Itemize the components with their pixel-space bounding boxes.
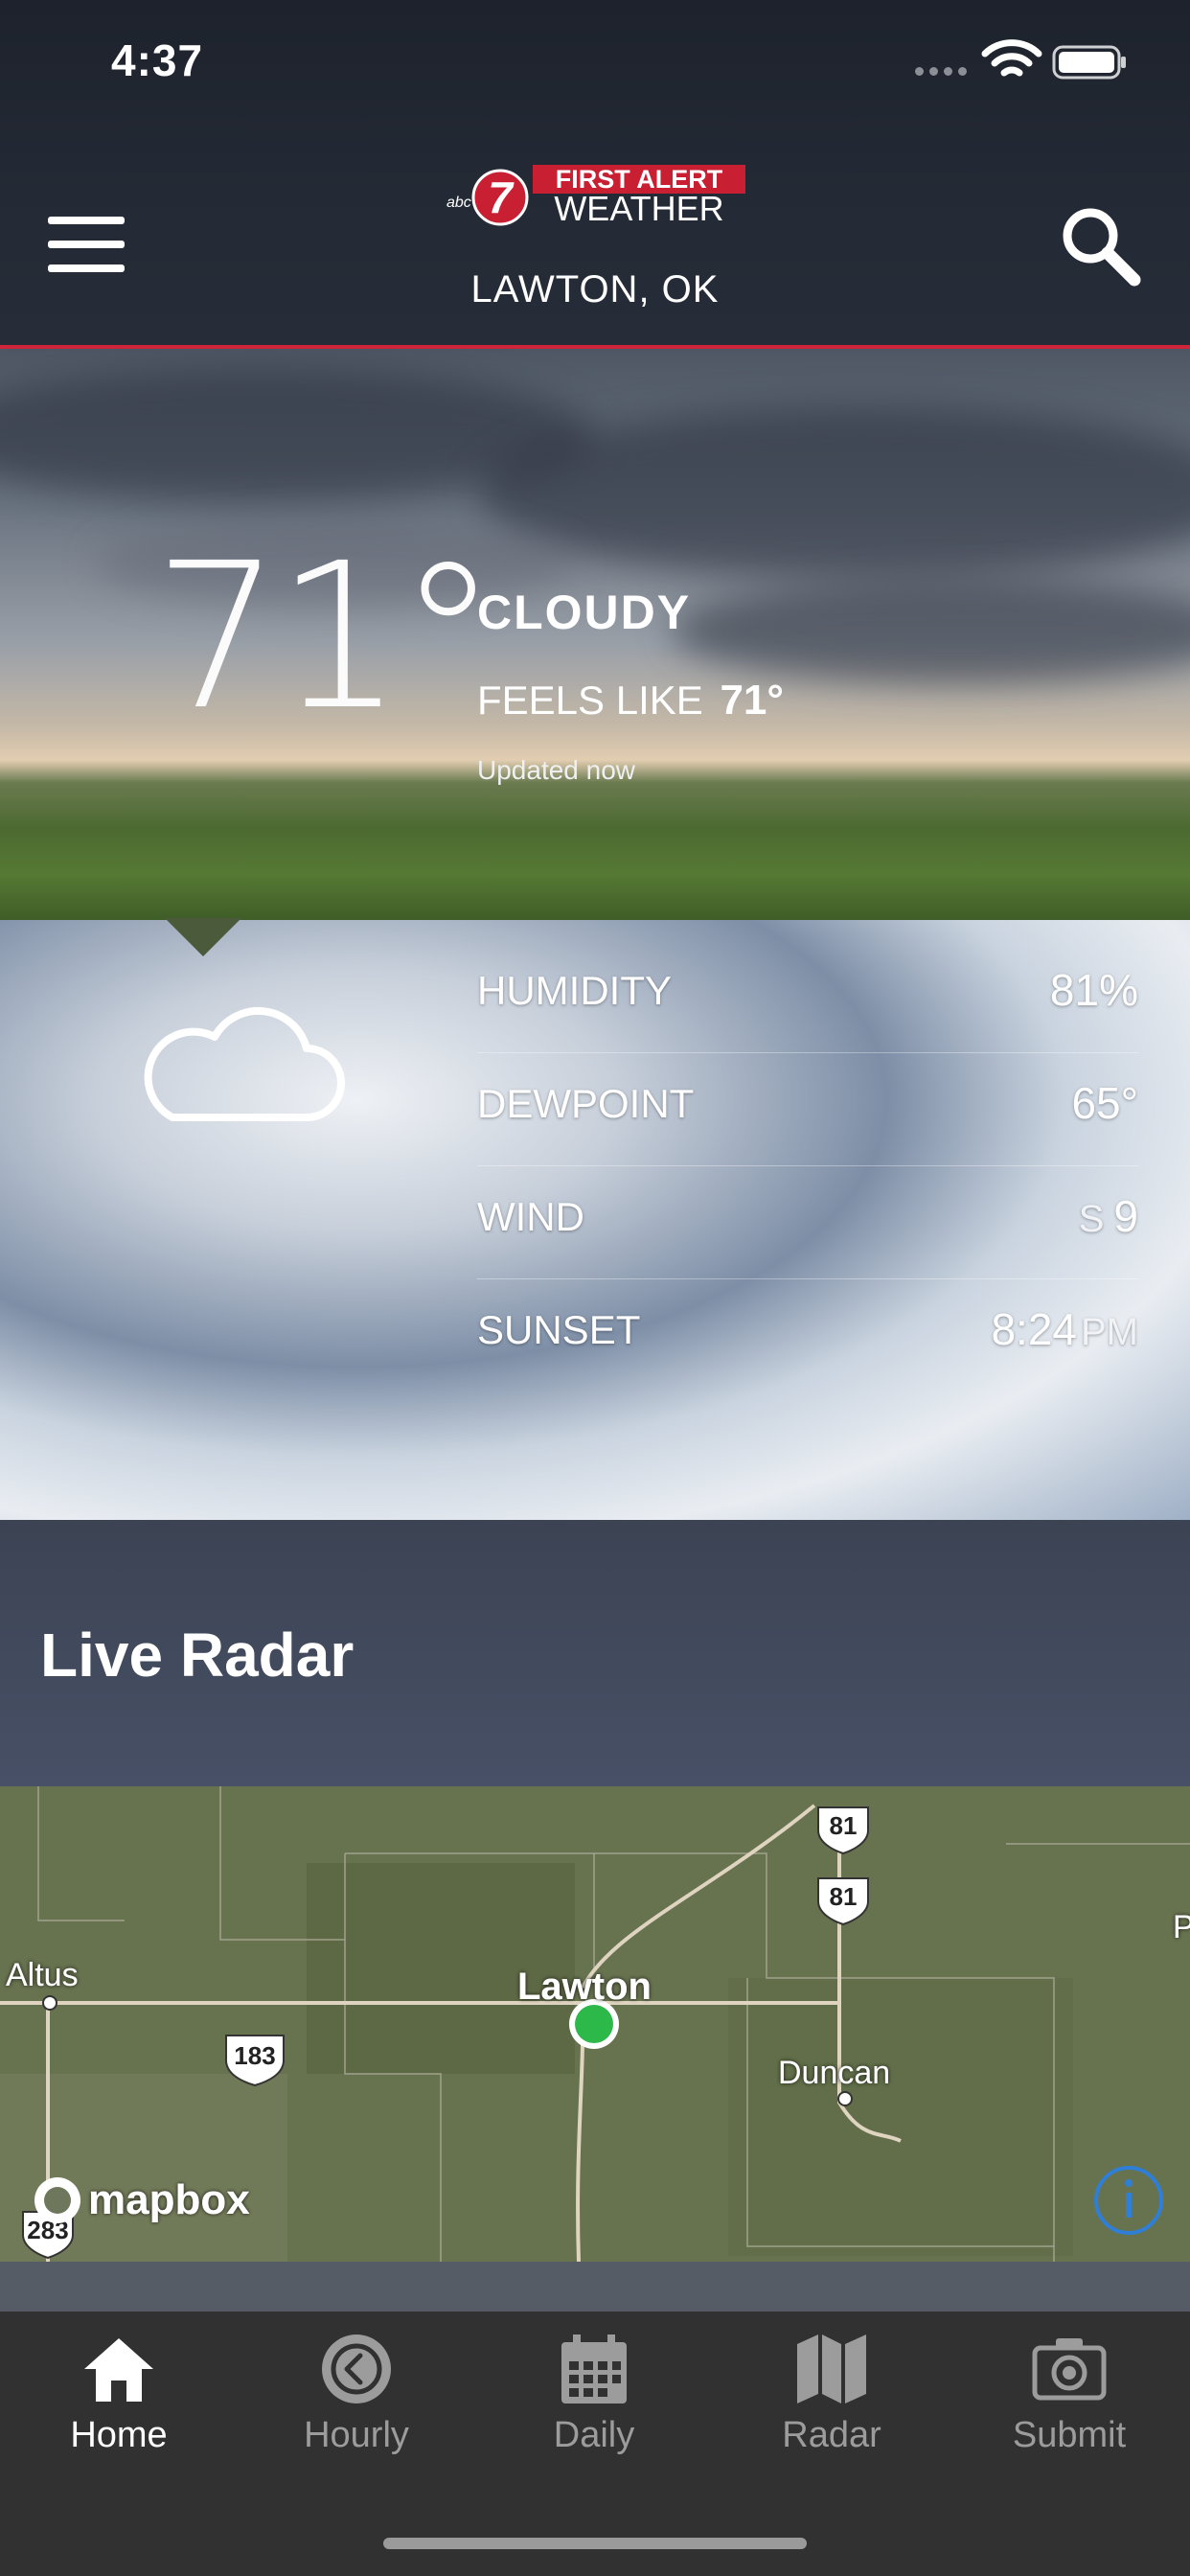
shield-us183: 183: [234, 2041, 275, 2070]
svg-text:mapbox: mapbox: [88, 2176, 250, 2223]
tab-label: Submit: [1012, 2415, 1127, 2455]
detail-label: DEWPOINT: [477, 1081, 695, 1126]
map-icon: [797, 2334, 866, 2404]
detail-row-sunset: SUNSET 8:24 PM: [477, 1278, 1138, 1392]
feels-like: FEELS LIKE 71°: [477, 677, 784, 724]
tab-hourly[interactable]: Hourly: [238, 2319, 475, 2463]
section-gap: [0, 2262, 1190, 2312]
map-label-duncan: Duncan: [778, 2055, 890, 2091]
home-icon: [84, 2338, 153, 2402]
detail-value: S9: [1078, 1191, 1138, 1241]
detail-label: SUNSET: [477, 1307, 641, 1352]
tab-radar[interactable]: Radar: [713, 2319, 950, 2463]
detail-value: 65°: [1071, 1078, 1138, 1128]
clock-icon: [322, 2334, 391, 2404]
menu-icon[interactable]: [48, 217, 128, 272]
brand-line2: WEATHER: [554, 189, 723, 226]
feels-like-label: FEELS LIKE: [477, 678, 703, 723]
map-label-lawton: Lawton: [517, 1966, 652, 2008]
detail-value: 8:24 PM: [991, 1304, 1138, 1354]
status-time: 4:37: [111, 35, 204, 85]
cellular-signal-icon: [915, 63, 973, 77]
tab-label: Radar: [782, 2415, 881, 2455]
tab-label: Daily: [553, 2415, 635, 2455]
feels-like-value: 71°: [720, 677, 784, 724]
map-label-altus: Altus: [6, 1957, 79, 1993]
map-label-edge: P: [1173, 1909, 1190, 1945]
current-temperature: 71°: [153, 519, 498, 754]
tab-submit[interactable]: Submit: [950, 2319, 1188, 2463]
detail-label: HUMIDITY: [477, 968, 672, 1013]
location-label[interactable]: LAWTON, OK: [0, 268, 1190, 311]
shield-us81-south: 81: [830, 1882, 858, 1911]
tab-daily[interactable]: Daily: [475, 2319, 713, 2463]
calendar-icon: [561, 2334, 627, 2404]
brand-network: abc: [446, 195, 471, 211]
section-pointer: [165, 918, 241, 956]
tab-label: Home: [70, 2415, 168, 2455]
mapbox-logo: mapbox: [34, 2176, 250, 2223]
tab-home[interactable]: Home: [0, 2319, 238, 2463]
detail-label: WIND: [477, 1194, 584, 1239]
shield-us81-north: 81: [830, 1811, 858, 1840]
camera-icon: [1032, 2338, 1107, 2401]
wifi-icon: [981, 39, 1042, 77]
tab-label: Hourly: [304, 2415, 409, 2455]
detail-row-humidity: HUMIDITY 81%: [477, 939, 1138, 1053]
time-meridiem: PM: [1081, 1311, 1138, 1353]
live-radar-title[interactable]: Live Radar: [40, 1620, 354, 1690]
brand-badge: 7: [488, 172, 515, 222]
cloud-icon: [144, 1006, 345, 1121]
radar-map[interactable]: Altus Lawton Duncan P 183 81 81 283 mapb…: [0, 1786, 1190, 2262]
detail-value: 81%: [1049, 965, 1138, 1015]
brand-logo: abc 7 FIRST ALERT WEATHER: [446, 165, 745, 226]
current-condition: CLOUDY: [477, 586, 692, 639]
battery-icon: [1052, 45, 1126, 80]
home-indicator[interactable]: [383, 2538, 807, 2549]
updated-timestamp: Updated now: [477, 755, 636, 785]
detail-row-wind: WIND S9: [477, 1165, 1138, 1279]
detail-row-dewpoint: DEWPOINT 65°: [477, 1052, 1138, 1166]
wind-direction: S: [1078, 1198, 1105, 1240]
